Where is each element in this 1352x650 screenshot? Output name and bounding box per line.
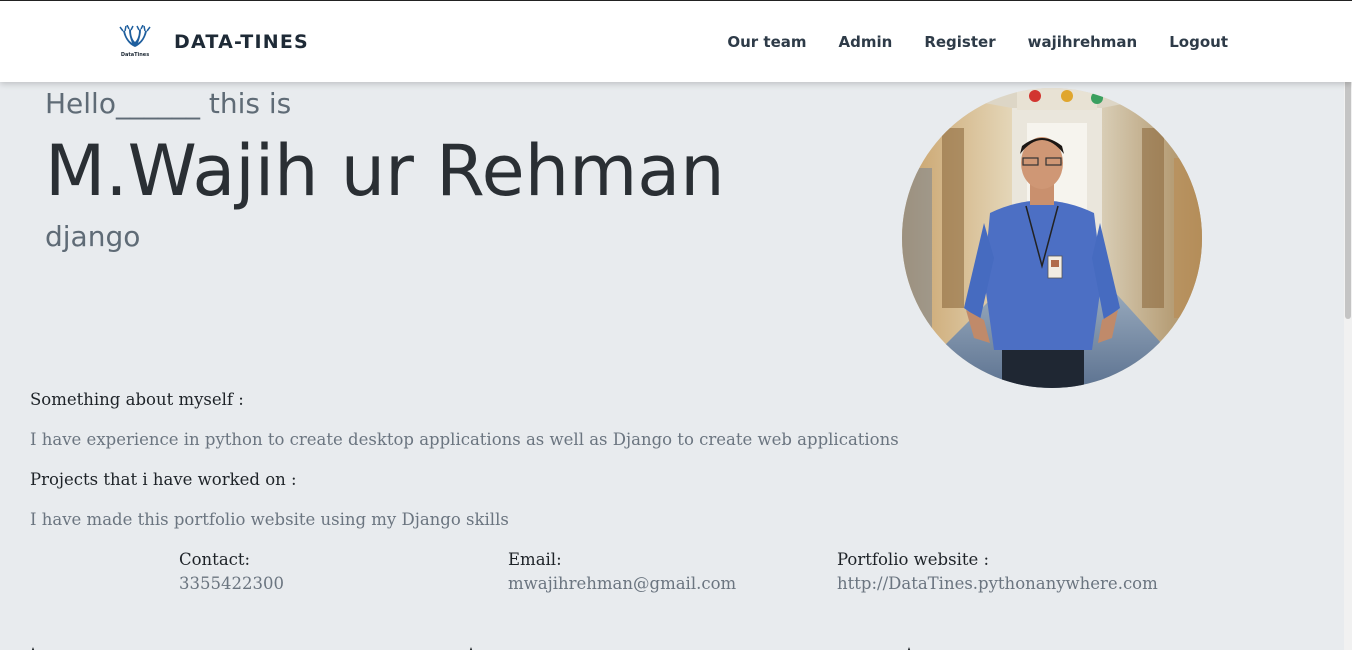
contact-phone: 3355422300 [179, 574, 284, 593]
nav-link-user[interactable]: wajihrehman [1028, 32, 1138, 52]
nav-links: Our team Admin Register wajihrehman Logo… [727, 32, 1228, 52]
nav-link-register[interactable]: Register [924, 32, 995, 52]
hero-greeting: Hello______ this is [45, 87, 292, 120]
contact-label: Contact: [179, 550, 251, 569]
cutoff-icon [904, 642, 914, 650]
page-scrollbar[interactable] [1344, 54, 1352, 650]
projects-heading: Projects that i have worked on : [30, 470, 297, 489]
email-label: Email: [508, 550, 562, 569]
nav-link-admin[interactable]: Admin [839, 32, 893, 52]
cutoff-icon [466, 642, 476, 650]
hero-name: M.Wajih ur Rehman [45, 130, 725, 212]
navbar: DataTines DATA-TINES Our team Admin Regi… [0, 0, 1352, 82]
brand-logo-icon[interactable]: DataTines [117, 24, 153, 59]
website-link[interactable]: http://DataTines.pythonanywhere.com [837, 573, 1158, 595]
website-label: Portfolio website : [837, 550, 990, 569]
hero-skill: django [45, 220, 141, 253]
profile-photo [902, 88, 1202, 388]
projects-text: I have made this portfolio website using… [30, 510, 509, 529]
email-address[interactable]: mwajihrehman@gmail.com [508, 573, 736, 595]
nav-link-our-team[interactable]: Our team [727, 32, 806, 52]
cutoff-icon [28, 642, 38, 650]
about-heading: Something about myself : [30, 390, 244, 409]
nav-link-logout[interactable]: Logout [1169, 32, 1228, 52]
scrollbar-thumb[interactable] [1345, 54, 1351, 319]
logo-text: DataTines [121, 52, 149, 58]
about-text: I have experience in python to create de… [30, 430, 899, 449]
brand-name[interactable]: DATA-TINES [174, 29, 309, 55]
